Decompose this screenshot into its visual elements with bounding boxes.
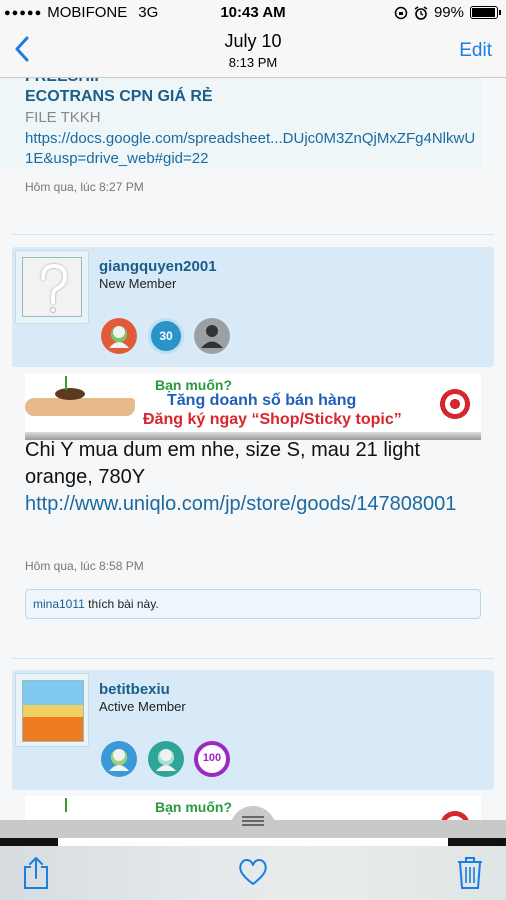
status-bar: ●●●●● MOBIFONE 3G 10:43 AM 99% [0, 0, 506, 26]
people-badge-icon [156, 749, 176, 771]
share-icon [24, 857, 48, 889]
member-badge-icon [194, 318, 230, 354]
people-badge-icon [109, 749, 129, 771]
people-badge-icon [201, 325, 223, 348]
battery-fill [472, 8, 495, 17]
delete-button[interactable] [456, 856, 484, 895]
status-right: 99% [394, 4, 501, 21]
avatar [22, 680, 84, 742]
message-count-badge-icon: 30 [148, 318, 184, 354]
banner-line1: Bạn muốn? [155, 799, 232, 815]
badge-count: 100 [202, 752, 222, 764]
alarm-icon [414, 5, 428, 20]
progress-track-left [0, 838, 58, 846]
rotation-lock-icon [394, 6, 408, 19]
banner-line3: Đăng ký ngay “Shop/Sticky topic” [143, 411, 402, 428]
favorite-button[interactable] [238, 858, 268, 891]
share-button[interactable] [22, 856, 50, 895]
progress-track-right [448, 838, 506, 846]
post-top-line3: FILE TKKH [25, 109, 101, 126]
hamburger-icon [242, 816, 264, 826]
battery-percent: 99% [433, 4, 464, 21]
edit-button[interactable]: Edit [459, 40, 492, 62]
post-top-line1: FREESHIP [25, 78, 105, 86]
target-icon [435, 806, 475, 820]
user-role: Active Member [99, 699, 186, 714]
avatar-frame[interactable] [15, 250, 89, 324]
post-link[interactable]: http://www.uniqlo.com/jp/store/goods/147… [25, 491, 485, 518]
nav-title: July 10 [224, 31, 282, 51]
user-role: New Member [99, 276, 177, 291]
people-badge-icon [109, 326, 129, 348]
post-time: Hôm qua, lúc 8:58 PM [25, 559, 144, 573]
plant-icon [65, 798, 77, 812]
trophy-badge-icon [101, 318, 137, 354]
banner-line1: Bạn muốn? [155, 377, 232, 393]
separator [12, 234, 494, 235]
separator [12, 658, 494, 659]
nav-subtitle: 8:13 PM [228, 55, 278, 70]
progress-track-middle [58, 838, 448, 846]
heart-icon [239, 859, 267, 885]
avatar-frame[interactable] [15, 673, 89, 747]
user-card: giangquyen2001 New Member 30 [12, 247, 494, 367]
post-text: Chi Y mua dum em nhe, size S, mau 21 lig… [25, 439, 421, 488]
message-count-badge-icon: 100 [194, 741, 230, 777]
avatar [22, 257, 82, 317]
username[interactable]: giangquyen2001 [99, 258, 217, 275]
like-username[interactable]: mina1011 [33, 597, 85, 611]
post-top: FREESHIP ECOTRANS CPN GIÁ RẺ FILE TKKH h… [0, 78, 482, 168]
battery-icon [470, 6, 501, 19]
user-card: betitbexiu Active Member 100 [12, 670, 494, 790]
ad-banner[interactable]: Bạn muốn? Tăng doanh số bán hàng Đăng ký… [25, 374, 481, 440]
hand-image [25, 398, 135, 416]
target-icon [435, 384, 475, 424]
member-badge-icon [101, 741, 137, 777]
trash-icon [458, 857, 482, 889]
username[interactable]: betitbexiu [99, 681, 170, 698]
like-box: mina1011 thích bài này. [25, 589, 481, 619]
post-top-link[interactable]: https://docs.google.com/spreadsheet...DU… [25, 129, 480, 169]
post-top-time: Hôm qua, lúc 8:27 PM [25, 180, 144, 194]
question-mark-icon [41, 263, 68, 313]
post-top-line2: ECOTRANS CPN GIÁ RẺ [25, 88, 213, 105]
nav-bar: July 10 8:13 PM Edit [0, 26, 506, 78]
screenshot-content: FREESHIP ECOTRANS CPN GIÁ RẺ FILE TKKH h… [0, 78, 506, 820]
trophy-badge-icon [148, 741, 184, 777]
plant-icon [65, 376, 77, 390]
badge-count: 30 [159, 329, 173, 343]
bottom-toolbar [0, 846, 506, 900]
like-text: thích bài này. [84, 597, 159, 611]
banner-line2: Tăng doanh số bán hàng [167, 392, 357, 409]
